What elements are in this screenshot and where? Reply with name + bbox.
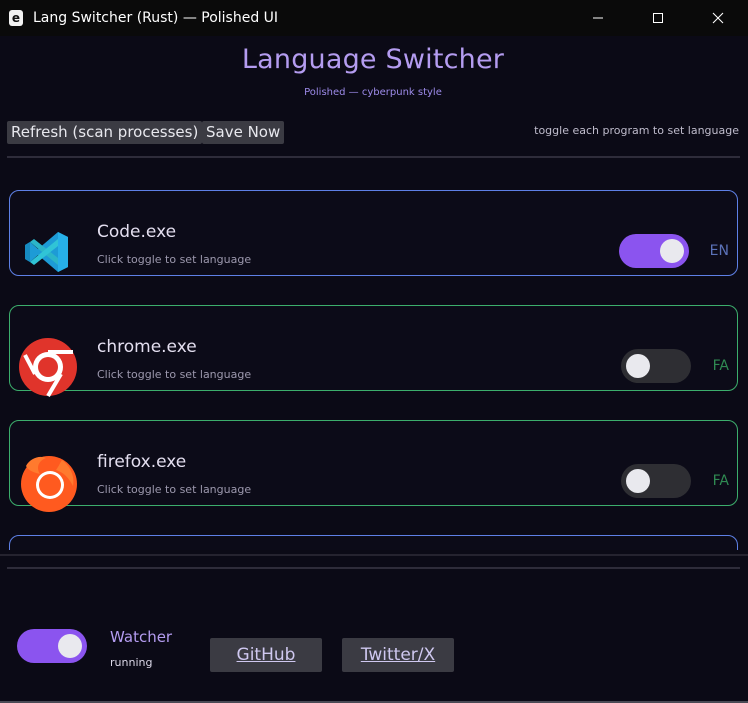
maximize-icon [653,13,663,23]
close-icon [712,12,724,24]
language-badge: EN [709,243,729,259]
toggle-knob [626,354,650,378]
page-title: Language Switcher [241,44,505,75]
minimize-icon [593,17,603,19]
toggle-knob [660,239,684,263]
toggle-knob [626,469,650,493]
chrome-icon [18,337,78,398]
twitter-link[interactable]: Twitter/X [342,638,454,672]
github-link[interactable]: GitHub [210,638,322,672]
maximize-button[interactable] [628,0,688,36]
app-icon: e [9,10,23,26]
toggle-knob [58,634,82,658]
program-hint: Click toggle to set language [97,368,252,381]
program-card-code: Code.exe Click toggle to set language EN [9,190,738,276]
program-name: Code.exe [97,222,177,242]
program-card-partial [9,535,738,550]
language-badge: FA [712,473,729,489]
refresh-button[interactable]: Refresh (scan processes) [7,121,203,144]
title-bar: e Lang Switcher (Rust) — Polished UI [0,0,748,36]
header-divider [7,156,740,158]
page-subtitle: Polished — cyberpunk style [304,87,442,98]
minimize-button[interactable] [568,0,628,36]
window-controls [568,0,748,36]
watcher-status: running [110,656,153,669]
language-badge: FA [712,358,729,374]
program-hint: Click toggle to set language [97,483,252,496]
vscode-icon [18,222,78,282]
program-name: chrome.exe [97,337,197,357]
footer-divider [7,567,740,569]
program-list[interactable]: Code.exe Click toggle to set language EN… [0,170,748,550]
save-now-button[interactable]: Save Now [202,121,285,144]
list-bottom-divider [0,554,748,556]
program-card-chrome: chrome.exe Click toggle to set language … [9,305,738,398]
firefox-icon [18,452,78,512]
program-name: firefox.exe [97,452,187,472]
language-toggle-chrome[interactable] [621,349,691,383]
watcher-label: Watcher [110,628,173,646]
close-button[interactable] [688,0,748,36]
program-card-firefox: firefox.exe Click toggle to set language… [9,420,738,512]
language-toggle-code[interactable] [619,234,689,268]
program-hint: Click toggle to set language [97,253,252,266]
toolbar-hint: toggle each program to set language [534,124,739,137]
window-title: Lang Switcher (Rust) — Polished UI [33,10,279,26]
watcher-toggle[interactable] [17,629,87,663]
language-toggle-firefox[interactable] [621,464,691,498]
